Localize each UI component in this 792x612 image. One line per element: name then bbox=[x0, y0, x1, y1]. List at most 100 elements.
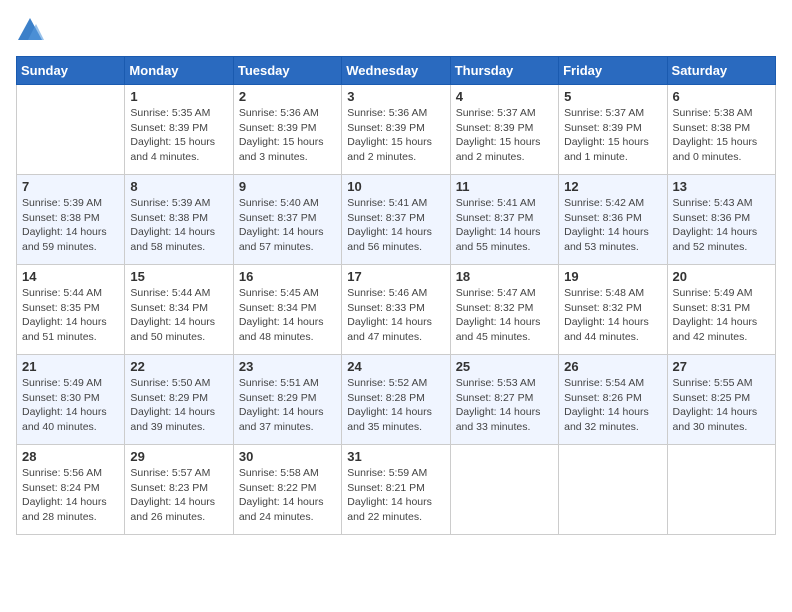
calendar-cell bbox=[559, 445, 667, 535]
day-info: Sunrise: 5:58 AM Sunset: 8:22 PM Dayligh… bbox=[239, 466, 336, 525]
day-info: Sunrise: 5:51 AM Sunset: 8:29 PM Dayligh… bbox=[239, 376, 336, 435]
calendar-cell: 4Sunrise: 5:37 AM Sunset: 8:39 PM Daylig… bbox=[450, 85, 558, 175]
day-number: 21 bbox=[22, 359, 119, 374]
day-info: Sunrise: 5:53 AM Sunset: 8:27 PM Dayligh… bbox=[456, 376, 553, 435]
logo bbox=[16, 16, 48, 44]
day-number: 6 bbox=[673, 89, 770, 104]
day-number: 3 bbox=[347, 89, 444, 104]
day-info: Sunrise: 5:42 AM Sunset: 8:36 PM Dayligh… bbox=[564, 196, 661, 255]
calendar-week-row: 1Sunrise: 5:35 AM Sunset: 8:39 PM Daylig… bbox=[17, 85, 776, 175]
day-number: 16 bbox=[239, 269, 336, 284]
calendar-table: SundayMondayTuesdayWednesdayThursdayFrid… bbox=[16, 56, 776, 535]
day-number: 10 bbox=[347, 179, 444, 194]
calendar-cell: 27 Sunrise: 5:55 AM Sunset: 8:25 PM Dayli… bbox=[667, 355, 775, 445]
calendar-cell: 3 Sunrise: 5:36 AM Sunset: 8:39 PM Daylig… bbox=[342, 85, 450, 175]
calendar-cell: 1Sunrise: 5:35 AM Sunset: 8:39 PM Daylig… bbox=[125, 85, 233, 175]
calendar-cell: 26 Sunrise: 5:54 AM Sunset: 8:26 PM Dayli… bbox=[559, 355, 667, 445]
day-number: 22 bbox=[130, 359, 227, 374]
calendar-header-sunday: Sunday bbox=[17, 57, 125, 85]
day-number: 17 bbox=[347, 269, 444, 284]
calendar-cell: 30 Sunrise: 5:58 AM Sunset: 8:22 PM Dayli… bbox=[233, 445, 341, 535]
calendar-week-row: 21 Sunrise: 5:49 AM Sunset: 8:30 PM Dayli… bbox=[17, 355, 776, 445]
day-info: Sunrise: 5:55 AM Sunset: 8:25 PM Dayligh… bbox=[673, 376, 770, 435]
day-info: Sunrise: 5:38 AM Sunset: 8:38 PM Dayligh… bbox=[673, 106, 770, 165]
calendar-cell: 14 Sunrise: 5:44 AM Sunset: 8:35 PM Dayli… bbox=[17, 265, 125, 355]
day-number: 18 bbox=[456, 269, 553, 284]
day-info: Sunrise: 5:52 AM Sunset: 8:28 PM Dayligh… bbox=[347, 376, 444, 435]
day-info: Sunrise: 5:36 AM Sunset: 8:39 PM Dayligh… bbox=[239, 106, 336, 165]
day-number: 27 bbox=[673, 359, 770, 374]
calendar-cell: 23 Sunrise: 5:51 AM Sunset: 8:29 PM Dayli… bbox=[233, 355, 341, 445]
day-info: Sunrise: 5:47 AM Sunset: 8:32 PM Dayligh… bbox=[456, 286, 553, 345]
day-info: Sunrise: 5:41 AM Sunset: 8:37 PM Dayligh… bbox=[347, 196, 444, 255]
day-info: Sunrise: 5:49 AM Sunset: 8:30 PM Dayligh… bbox=[22, 376, 119, 435]
calendar-cell: 15 Sunrise: 5:44 AM Sunset: 8:34 PM Dayli… bbox=[125, 265, 233, 355]
calendar-cell: 13 Sunrise: 5:43 AM Sunset: 8:36 PM Dayli… bbox=[667, 175, 775, 265]
day-number: 25 bbox=[456, 359, 553, 374]
calendar-header-monday: Monday bbox=[125, 57, 233, 85]
day-number: 9 bbox=[239, 179, 336, 194]
day-number: 26 bbox=[564, 359, 661, 374]
calendar-cell: 2 Sunrise: 5:36 AM Sunset: 8:39 PM Daylig… bbox=[233, 85, 341, 175]
calendar-cell bbox=[17, 85, 125, 175]
day-number: 31 bbox=[347, 449, 444, 464]
day-number: 30 bbox=[239, 449, 336, 464]
day-number: 23 bbox=[239, 359, 336, 374]
day-number: 28 bbox=[22, 449, 119, 464]
calendar-cell: 12 Sunrise: 5:42 AM Sunset: 8:36 PM Dayli… bbox=[559, 175, 667, 265]
calendar-cell: 7 Sunrise: 5:39 AM Sunset: 8:38 PM Daylig… bbox=[17, 175, 125, 265]
logo-icon bbox=[16, 16, 44, 44]
day-info: Sunrise: 5:49 AM Sunset: 8:31 PM Dayligh… bbox=[673, 286, 770, 345]
day-info: Sunrise: 5:41 AM Sunset: 8:37 PM Dayligh… bbox=[456, 196, 553, 255]
day-info: Sunrise: 5:43 AM Sunset: 8:36 PM Dayligh… bbox=[673, 196, 770, 255]
day-info: Sunrise: 5:46 AM Sunset: 8:33 PM Dayligh… bbox=[347, 286, 444, 345]
calendar-cell: 10 Sunrise: 5:41 AM Sunset: 8:37 PM Dayli… bbox=[342, 175, 450, 265]
calendar-cell: 20Sunrise: 5:49 AM Sunset: 8:31 PM Dayli… bbox=[667, 265, 775, 355]
day-info: Sunrise: 5:39 AM Sunset: 8:38 PM Dayligh… bbox=[22, 196, 119, 255]
calendar-cell: 5 Sunrise: 5:37 AM Sunset: 8:39 PM Daylig… bbox=[559, 85, 667, 175]
day-info: Sunrise: 5:36 AM Sunset: 8:39 PM Dayligh… bbox=[347, 106, 444, 165]
day-info: Sunrise: 5:54 AM Sunset: 8:26 PM Dayligh… bbox=[564, 376, 661, 435]
day-number: 13 bbox=[673, 179, 770, 194]
calendar-header-thursday: Thursday bbox=[450, 57, 558, 85]
calendar-cell bbox=[667, 445, 775, 535]
calendar-cell: 25 Sunrise: 5:53 AM Sunset: 8:27 PM Dayli… bbox=[450, 355, 558, 445]
calendar-cell: 6 Sunrise: 5:38 AM Sunset: 8:38 PM Daylig… bbox=[667, 85, 775, 175]
day-number: 8 bbox=[130, 179, 227, 194]
day-info: Sunrise: 5:35 AM Sunset: 8:39 PM Dayligh… bbox=[130, 106, 227, 165]
day-info: Sunrise: 5:37 AM Sunset: 8:39 PM Dayligh… bbox=[564, 106, 661, 165]
calendar-cell: 24Sunrise: 5:52 AM Sunset: 8:28 PM Dayli… bbox=[342, 355, 450, 445]
day-number: 14 bbox=[22, 269, 119, 284]
calendar-cell: 28 Sunrise: 5:56 AM Sunset: 8:24 PM Dayli… bbox=[17, 445, 125, 535]
day-number: 15 bbox=[130, 269, 227, 284]
day-info: Sunrise: 5:44 AM Sunset: 8:35 PM Dayligh… bbox=[22, 286, 119, 345]
day-info: Sunrise: 5:39 AM Sunset: 8:38 PM Dayligh… bbox=[130, 196, 227, 255]
calendar-header-saturday: Saturday bbox=[667, 57, 775, 85]
day-number: 7 bbox=[22, 179, 119, 194]
day-info: Sunrise: 5:37 AM Sunset: 8:39 PM Dayligh… bbox=[456, 106, 553, 165]
day-info: Sunrise: 5:50 AM Sunset: 8:29 PM Dayligh… bbox=[130, 376, 227, 435]
calendar-week-row: 14 Sunrise: 5:44 AM Sunset: 8:35 PM Dayli… bbox=[17, 265, 776, 355]
day-info: Sunrise: 5:56 AM Sunset: 8:24 PM Dayligh… bbox=[22, 466, 119, 525]
calendar-cell: 31Sunrise: 5:59 AM Sunset: 8:21 PM Dayli… bbox=[342, 445, 450, 535]
calendar-cell bbox=[450, 445, 558, 535]
day-number: 11 bbox=[456, 179, 553, 194]
calendar-cell: 29Sunrise: 5:57 AM Sunset: 8:23 PM Dayli… bbox=[125, 445, 233, 535]
day-number: 19 bbox=[564, 269, 661, 284]
calendar-cell: 8 Sunrise: 5:39 AM Sunset: 8:38 PM Daylig… bbox=[125, 175, 233, 265]
day-info: Sunrise: 5:40 AM Sunset: 8:37 PM Dayligh… bbox=[239, 196, 336, 255]
day-number: 12 bbox=[564, 179, 661, 194]
calendar-header-tuesday: Tuesday bbox=[233, 57, 341, 85]
day-number: 5 bbox=[564, 89, 661, 104]
day-number: 2 bbox=[239, 89, 336, 104]
page-header bbox=[16, 16, 776, 44]
day-info: Sunrise: 5:48 AM Sunset: 8:32 PM Dayligh… bbox=[564, 286, 661, 345]
calendar-week-row: 28 Sunrise: 5:56 AM Sunset: 8:24 PM Dayli… bbox=[17, 445, 776, 535]
calendar-cell: 18 Sunrise: 5:47 AM Sunset: 8:32 PM Dayli… bbox=[450, 265, 558, 355]
calendar-cell: 11 Sunrise: 5:41 AM Sunset: 8:37 PM Dayli… bbox=[450, 175, 558, 265]
day-info: Sunrise: 5:44 AM Sunset: 8:34 PM Dayligh… bbox=[130, 286, 227, 345]
day-number: 29 bbox=[130, 449, 227, 464]
calendar-cell: 9 Sunrise: 5:40 AM Sunset: 8:37 PM Daylig… bbox=[233, 175, 341, 265]
calendar-cell: 17 Sunrise: 5:46 AM Sunset: 8:33 PM Dayli… bbox=[342, 265, 450, 355]
calendar-week-row: 7 Sunrise: 5:39 AM Sunset: 8:38 PM Daylig… bbox=[17, 175, 776, 265]
